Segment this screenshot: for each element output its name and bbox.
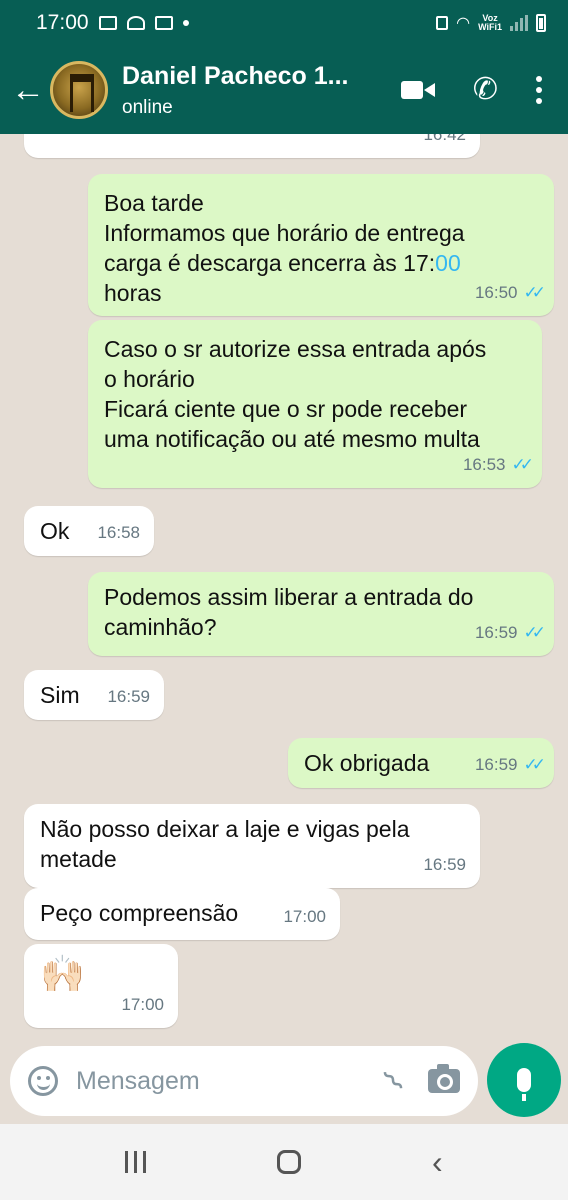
mic-button[interactable] [487, 1043, 561, 1117]
avatar[interactable] [50, 61, 108, 119]
contact-name: Daniel Pacheco 1... [122, 61, 349, 90]
network-label: Voz WiFi1 [478, 13, 502, 32]
camera-icon[interactable] [428, 1064, 460, 1093]
message-time: 16:53 [462, 455, 506, 474]
message-text: Caso o sr autorize essa entrada após o h… [104, 336, 487, 452]
phone-icon[interactable]: ✆ [473, 75, 498, 105]
more-vert-icon[interactable] [536, 76, 542, 104]
message-composer: ⌇ [10, 1046, 478, 1116]
status-time: 17:00 [36, 11, 89, 34]
chat-header: ← Daniel Pacheco 1... online ✆ [0, 46, 568, 134]
message-bubble-incoming[interactable]: Sim 16:59 [24, 670, 164, 720]
double-check-icon: ✓✓ [523, 755, 546, 774]
message-time: 17:00 [121, 995, 164, 1014]
contact-status: online [122, 96, 173, 118]
double-check-icon: ✓✓ [523, 283, 546, 302]
message-time: 16:42 [423, 134, 466, 144]
message-text: Boa tarde Informamos que horário de entr… [104, 190, 465, 306]
message-time: 17:00 [283, 907, 326, 926]
double-check-icon: ✓✓ [523, 623, 546, 642]
microphone-icon [517, 1068, 531, 1101]
message-bubble-outgoing[interactable]: Caso o sr autorize essa entrada após o h… [88, 320, 542, 488]
message-bubble-incoming[interactable]: Peço compreensão 17:00 [24, 888, 340, 940]
system-nav-bar: ‹ [0, 1124, 568, 1200]
weather-icon [126, 16, 145, 30]
notification-dot-icon [182, 20, 189, 26]
recent-apps-icon[interactable] [125, 1151, 147, 1173]
message-bubble-incoming[interactable]: Ok 16:58 [24, 506, 154, 556]
message-text: Podemos assim liberar a entrada do camin… [104, 584, 474, 640]
message-text: Não posso deixar a laje e vigas pela met… [40, 816, 410, 872]
message-time: 16:59 [474, 623, 518, 642]
home-icon[interactable] [277, 1150, 302, 1174]
message-emoji: 🙌🏻 [40, 953, 85, 994]
arrow-left-icon[interactable]: ← [8, 71, 48, 110]
wifi-icon: ◠ [456, 15, 471, 32]
message-bubble-incoming[interactable]: Não posso deixar a laje e vigas pela met… [24, 804, 480, 888]
video-call-icon[interactable] [400, 79, 435, 101]
battery-icon [536, 14, 546, 32]
status-bar: 17:00 ◠ Voz WiFi1 [0, 0, 568, 46]
message-bubble-incoming[interactable]: 🙌🏻 17:00 [24, 944, 178, 1028]
message-time: 16:58 [97, 523, 140, 542]
signal-icon [510, 15, 528, 31]
message-list[interactable]: 16:42 Boa tarde Informamos que horário d… [0, 134, 568, 1040]
emoji-icon[interactable] [28, 1066, 58, 1096]
key-icon [154, 16, 173, 30]
message-bubble-outgoing[interactable]: Boa tarde Informamos que horário de entr… [88, 174, 554, 316]
message-bubble-incoming[interactable]: 16:42 [24, 134, 480, 158]
message-time: 16:59 [107, 687, 150, 706]
double-check-icon: ✓✓ [511, 455, 534, 474]
message-input[interactable] [76, 1066, 336, 1096]
paperclip-icon[interactable]: ⌇ [377, 1063, 412, 1098]
message-time: 16:50 [474, 283, 518, 302]
message-bubble-outgoing[interactable]: Ok obrigada 16:59 ✓✓ [288, 738, 554, 788]
message-time: 16:59 [423, 855, 466, 874]
gallery-icon [98, 16, 117, 30]
lock-icon [436, 16, 449, 30]
contact-info[interactable]: Daniel Pacheco 1... online [122, 62, 382, 119]
message-time: 16:59 [474, 755, 518, 774]
nav-back-icon[interactable]: ‹ [432, 1144, 443, 1181]
message-text: Peço compreensão [40, 900, 239, 926]
message-bubble-outgoing[interactable]: Podemos assim liberar a entrada do camin… [88, 572, 554, 656]
